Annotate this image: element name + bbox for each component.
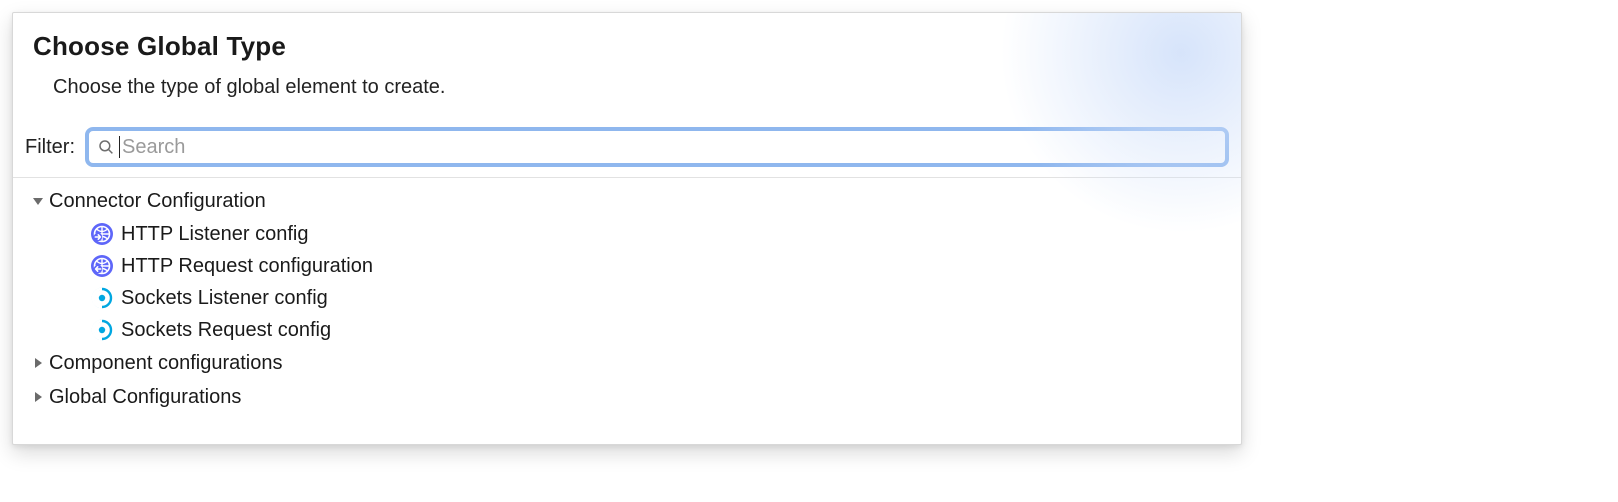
tree-item-sockets-request-config[interactable]: Sockets Request config [31, 314, 1241, 346]
tree-group-connector-configuration[interactable]: Connector Configuration [31, 184, 1241, 218]
filter-bar: Filter: [13, 127, 1241, 177]
tree-group-global-configurations[interactable]: Global Configurations [31, 380, 1241, 414]
tree-item-label: Sockets Request config [121, 319, 331, 342]
type-tree: Connector Configuration HTTP Listener co… [13, 178, 1241, 414]
search-input[interactable] [122, 136, 1217, 159]
tree-group-label: Connector Configuration [49, 190, 266, 213]
tree-group-label: Component configurations [49, 352, 282, 375]
tree-item-label: HTTP Request configuration [121, 255, 373, 278]
dialog-title: Choose Global Type [33, 31, 1221, 62]
search-icon [97, 138, 115, 156]
chevron-right-icon [31, 390, 45, 404]
tree-item-sockets-listener-config[interactable]: Sockets Listener config [31, 282, 1241, 314]
tree-item-http-request-configuration[interactable]: HTTP Request configuration [31, 250, 1241, 282]
socket-icon [89, 285, 115, 311]
tree-item-label: HTTP Listener config [121, 223, 309, 246]
tree-item-label: Sockets Listener config [121, 287, 328, 310]
choose-global-type-dialog: Choose Global Type Choose the type of gl… [12, 12, 1242, 445]
tree-group-label: Global Configurations [49, 386, 241, 409]
dialog-subtitle: Choose the type of global element to cre… [53, 76, 1221, 99]
search-field-wrap[interactable] [85, 127, 1229, 167]
chevron-down-icon [31, 194, 45, 208]
chevron-right-icon [31, 356, 45, 370]
tree-group-component-configurations[interactable]: Component configurations [31, 346, 1241, 380]
filter-label: Filter: [25, 136, 75, 159]
text-caret [119, 136, 120, 158]
tree-group-children: HTTP Listener config HTTP Request config… [31, 218, 1241, 346]
globe-out-icon [89, 253, 115, 279]
globe-in-icon [89, 221, 115, 247]
tree-item-http-listener-config[interactable]: HTTP Listener config [31, 218, 1241, 250]
socket-icon [89, 317, 115, 343]
dialog-header: Choose Global Type Choose the type of gl… [13, 13, 1241, 127]
